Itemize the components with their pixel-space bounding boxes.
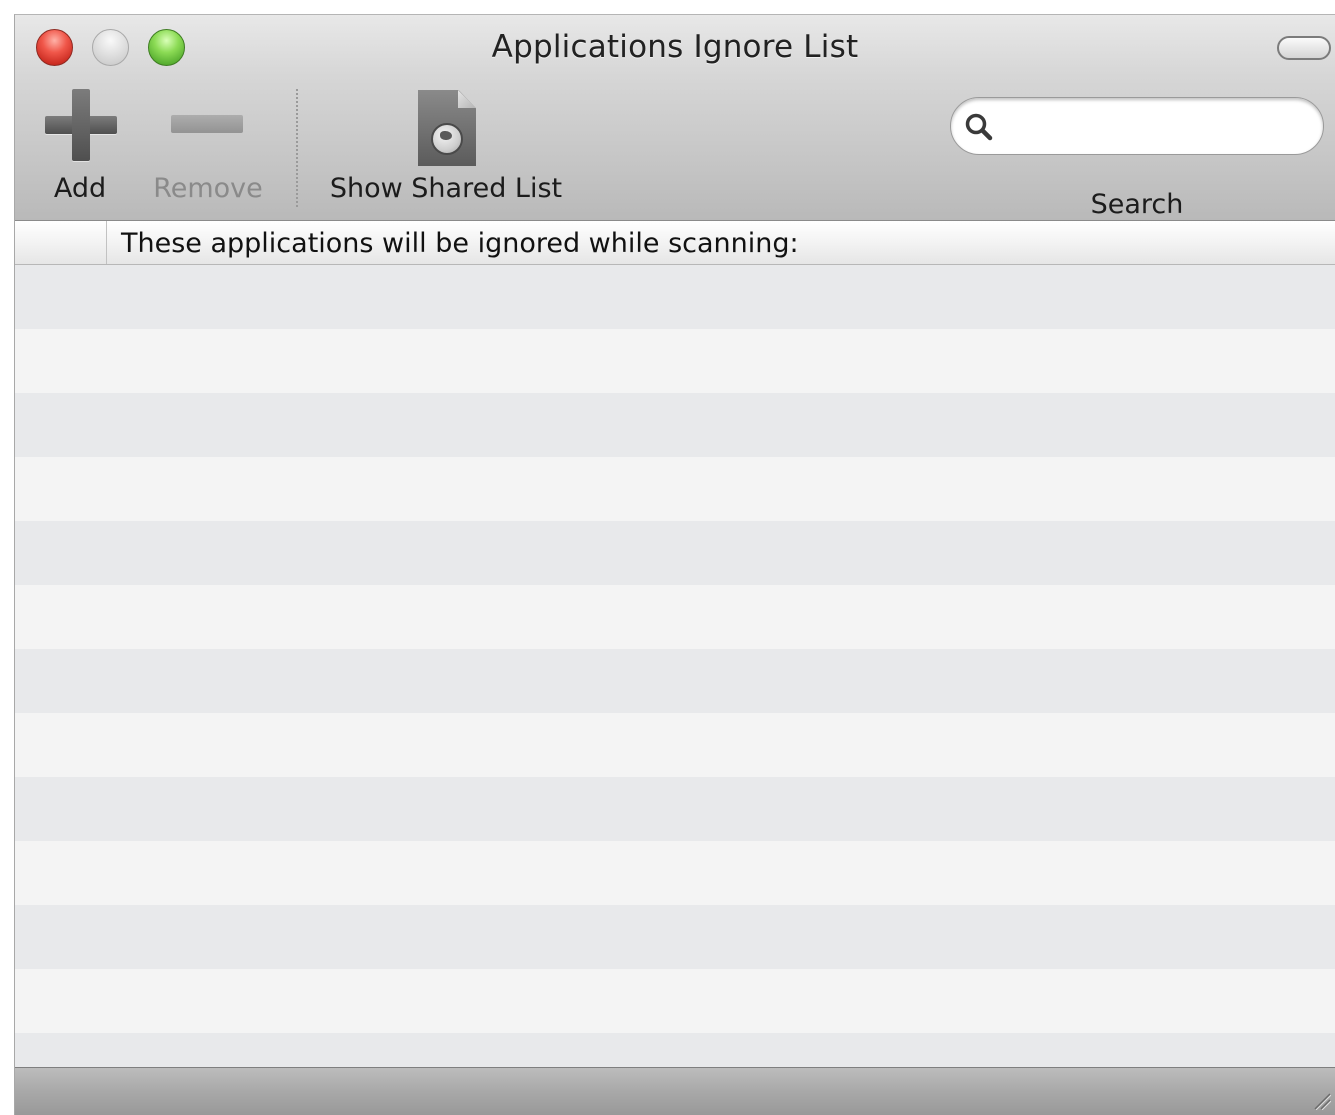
table-row[interactable] xyxy=(15,713,1335,777)
applications-ignore-list-window: Applications Ignore List Add Remove Show… xyxy=(14,14,1335,1115)
table-row[interactable] xyxy=(15,905,1335,969)
remove-button-label: Remove xyxy=(153,173,263,204)
add-button-label: Add xyxy=(53,173,107,204)
search-input[interactable] xyxy=(1009,106,1303,148)
search-field[interactable] xyxy=(950,97,1324,155)
table-row[interactable] xyxy=(15,585,1335,649)
search-icon xyxy=(965,113,993,141)
applications-column-header[interactable]: These applications will be ignored while… xyxy=(121,228,799,259)
unified-titlebar-toolbar: Applications Ignore List Add Remove Show… xyxy=(15,15,1335,221)
show-shared-list-button[interactable]: Show Shared List xyxy=(320,87,572,211)
remove-button[interactable]: Remove xyxy=(143,87,273,211)
toolbar-toggle-button[interactable] xyxy=(1277,36,1331,60)
table-row[interactable] xyxy=(15,1033,1335,1067)
applications-table[interactable] xyxy=(15,265,1335,1067)
table-row[interactable] xyxy=(15,329,1335,393)
minus-icon xyxy=(171,115,243,133)
table-row[interactable] xyxy=(15,521,1335,585)
shared-document-globe-icon xyxy=(418,90,476,166)
toolbar-separator xyxy=(296,89,298,207)
bottom-bar xyxy=(15,1067,1335,1115)
plus-icon xyxy=(45,89,117,161)
table-row[interactable] xyxy=(15,841,1335,905)
table-row[interactable] xyxy=(15,649,1335,713)
table-row[interactable] xyxy=(15,777,1335,841)
search-label: Search xyxy=(1090,189,1184,220)
table-row[interactable] xyxy=(15,265,1335,329)
search-toolbar-item: Search xyxy=(950,97,1324,220)
resize-grip-icon[interactable] xyxy=(1311,1090,1331,1110)
table-row[interactable] xyxy=(15,969,1335,1033)
show-shared-list-label: Show Shared List xyxy=(329,173,563,204)
table-header: These applications will be ignored while… xyxy=(15,221,1335,265)
checkbox-column-header[interactable] xyxy=(15,221,107,264)
add-button[interactable]: Add xyxy=(37,87,123,211)
table-row[interactable] xyxy=(15,457,1335,521)
window-title: Applications Ignore List xyxy=(491,29,859,65)
table-row[interactable] xyxy=(15,393,1335,457)
